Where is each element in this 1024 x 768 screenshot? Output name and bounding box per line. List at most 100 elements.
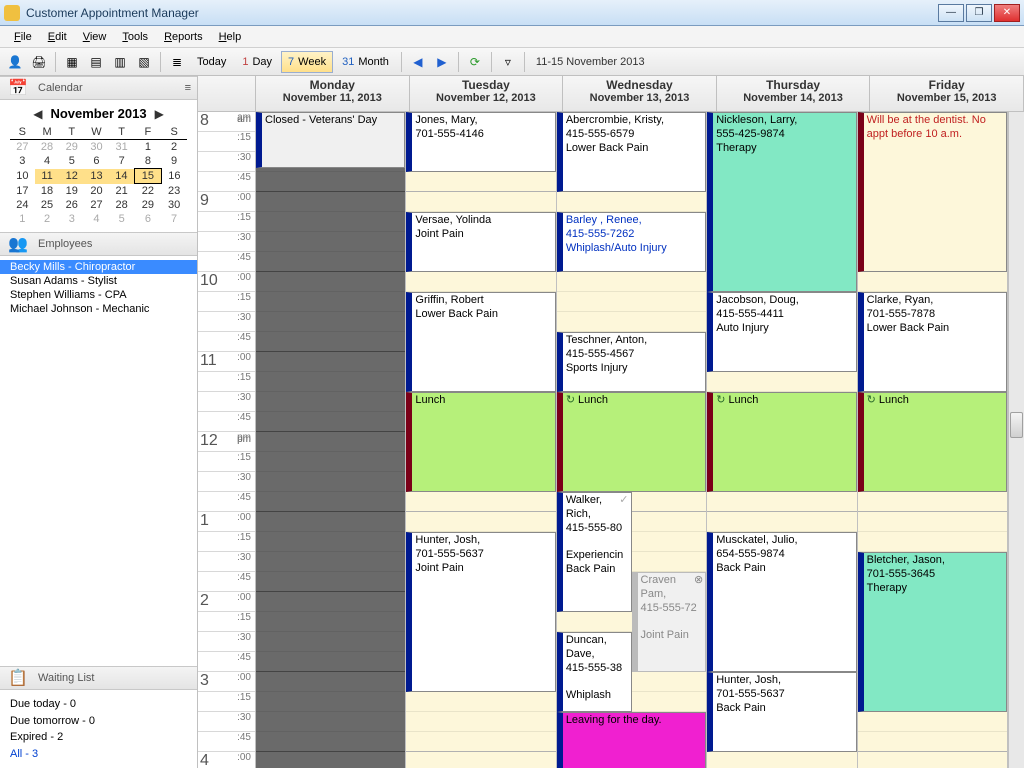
day-column-wed[interactable]: Abercrombie, Kristy,415-555-6579Lower Ba… <box>557 112 707 768</box>
mini-cal-day[interactable]: 6 <box>135 212 162 226</box>
mini-cal-day[interactable]: 10 <box>10 169 35 184</box>
appointment[interactable]: Versae, YolindaJoint Pain <box>406 212 555 272</box>
mini-cal-day[interactable]: 1 <box>10 212 35 226</box>
mini-cal-day[interactable]: 6 <box>84 154 109 169</box>
mini-cal-day[interactable]: 27 <box>84 198 109 212</box>
mini-cal-day[interactable]: 11 <box>35 169 60 184</box>
month-view-button[interactable]: 31Month <box>335 51 396 73</box>
menu-tools[interactable]: Tools <box>114 29 156 45</box>
mini-cal-day[interactable]: 24 <box>10 198 35 212</box>
tool-print-icon[interactable]: 🖨 <box>28 51 50 73</box>
appointment[interactable]: Bletcher, Jason,701-555-3645Therapy <box>858 552 1007 712</box>
waiting-panel-header[interactable]: 📋 Waiting List <box>0 666 197 690</box>
day-view-button[interactable]: 1Day <box>235 51 279 73</box>
mini-cal-day[interactable]: 4 <box>84 212 109 226</box>
menu-help[interactable]: Help <box>211 29 250 45</box>
employee-item[interactable]: Becky Mills - Chiropractor <box>0 260 197 274</box>
appointment[interactable]: CravenPam,415-555-72Joint Pain⊗ <box>632 572 707 672</box>
appointment[interactable]: Walker, Rich,415-555-80ExperiencinBack P… <box>557 492 632 612</box>
mini-cal-day[interactable]: 5 <box>59 154 84 169</box>
mini-cal-day[interactable]: 3 <box>10 154 35 169</box>
mini-cal-day[interactable]: 12 <box>59 169 84 184</box>
waiting-due-today[interactable]: Due today - 0 <box>10 696 187 713</box>
appointment[interactable]: Barley , Renee,415-555-7262Whiplash/Auto… <box>557 212 706 272</box>
mini-cal-day[interactable]: 15 <box>135 169 162 184</box>
tool-grid1-icon[interactable]: ▦ <box>61 51 83 73</box>
mini-cal-day[interactable]: 13 <box>84 169 109 184</box>
appointment[interactable]: Griffin, RobertLower Back Pain <box>406 292 555 392</box>
mini-cal-day[interactable]: 18 <box>35 184 60 199</box>
day-header[interactable]: WednesdayNovember 13, 2013 <box>563 76 717 111</box>
mini-cal-day[interactable]: 5 <box>109 212 135 226</box>
mini-cal-day[interactable]: 16 <box>161 169 187 184</box>
appointment[interactable]: Nickleson, Larry,555-425-9874Therapy <box>707 112 856 292</box>
mini-cal-day[interactable]: 17 <box>10 184 35 199</box>
mini-cal-day[interactable]: 9 <box>161 154 187 169</box>
mini-cal-day[interactable]: 7 <box>109 154 135 169</box>
week-view-button[interactable]: 7Week <box>281 51 333 73</box>
appointment[interactable]: ↻Lunch <box>858 392 1007 492</box>
appointment[interactable]: ↻Lunch <box>707 392 856 492</box>
today-button[interactable]: Today <box>190 51 233 73</box>
menu-edit[interactable]: Edit <box>40 29 75 45</box>
appointment[interactable]: Lunch <box>406 392 555 492</box>
appointment[interactable]: Leaving for the day. <box>557 712 706 768</box>
appointment[interactable]: Musckatel, Julio,654-555-9874Back Pain <box>707 532 856 672</box>
waiting-due-tomorrow[interactable]: Due tomorrow - 0 <box>10 713 187 730</box>
vertical-scrollbar[interactable] <box>1008 112 1024 768</box>
tool-grid4-icon[interactable]: ▧ <box>133 51 155 73</box>
mini-cal-day[interactable]: 14 <box>109 169 135 184</box>
appointment[interactable]: Will be at the dentist. No appt before 1… <box>858 112 1007 272</box>
mini-cal-day[interactable]: 27 <box>10 140 35 155</box>
day-header[interactable]: MondayNovember 11, 2013 <box>256 76 410 111</box>
calendar-panel-header[interactable]: 📅 Calendar ≡ <box>0 76 197 100</box>
day-column-thu[interactable]: Nickleson, Larry,555-425-9874TherapyJaco… <box>707 112 857 768</box>
next-button[interactable]: ▶ <box>431 51 453 73</box>
minimize-button[interactable]: — <box>938 4 964 22</box>
scrollbar-thumb[interactable] <box>1010 412 1023 438</box>
appointment[interactable]: ↻Lunch <box>557 392 706 492</box>
mini-cal-day[interactable]: 31 <box>109 140 135 155</box>
mini-cal-day[interactable]: 25 <box>35 198 60 212</box>
mini-cal-day[interactable]: 2 <box>35 212 60 226</box>
waiting-expired[interactable]: Expired - 2 <box>10 729 187 746</box>
maximize-button[interactable]: ❐ <box>966 4 992 22</box>
menu-file[interactable]: File <box>6 29 40 45</box>
panel-menu-icon[interactable]: ≡ <box>185 82 191 94</box>
day-column-fri[interactable]: Will be at the dentist. No appt before 1… <box>858 112 1008 768</box>
mini-cal-day[interactable]: 30 <box>161 198 187 212</box>
day-header[interactable]: TuesdayNovember 12, 2013 <box>410 76 564 111</box>
mini-cal-day[interactable]: 23 <box>161 184 187 199</box>
appointment[interactable]: Duncan, Dave,415-555-38Whiplash <box>557 632 632 712</box>
tool-grid2-icon[interactable]: ▤ <box>85 51 107 73</box>
mini-cal-day[interactable]: 30 <box>84 140 109 155</box>
waiting-all[interactable]: All - 3 <box>10 746 187 763</box>
appointment[interactable]: Closed - Veterans' Day <box>256 112 405 168</box>
mini-cal-day[interactable]: 28 <box>35 140 60 155</box>
appointment[interactable]: Hunter, Josh,701-555-5637Joint Pain <box>406 532 555 692</box>
employees-panel-header[interactable]: 👥 Employees <box>0 232 197 256</box>
mini-cal-day[interactable]: 22 <box>135 184 162 199</box>
appointment[interactable]: Clarke, Ryan,701-555-7878Lower Back Pain <box>858 292 1007 392</box>
mini-cal-day[interactable]: 7 <box>161 212 187 226</box>
refresh-button[interactable]: ⟳ <box>464 51 486 73</box>
mini-cal-day[interactable]: 29 <box>135 198 162 212</box>
filter-icon[interactable]: ▿ <box>497 51 519 73</box>
mini-cal-day[interactable]: 28 <box>109 198 135 212</box>
appointment[interactable]: Hunter, Josh,701-555-5637Back Pain <box>707 672 856 752</box>
appointment[interactable]: Abercrombie, Kristy,415-555-6579Lower Ba… <box>557 112 706 192</box>
mini-cal-day[interactable]: 21 <box>109 184 135 199</box>
day-column-tue[interactable]: Jones, Mary,701-555-4146Versae, YolindaJ… <box>406 112 556 768</box>
mini-cal-day[interactable]: 8 <box>135 154 162 169</box>
mini-cal-day[interactable]: 29 <box>59 140 84 155</box>
menu-view[interactable]: View <box>75 29 115 45</box>
day-header[interactable]: ThursdayNovember 14, 2013 <box>717 76 871 111</box>
schedule-grid[interactable]: 8amam:15:30:459:00:15:30:4510:00:15:30:4… <box>198 112 1008 768</box>
mini-cal-day[interactable]: 26 <box>59 198 84 212</box>
menu-reports[interactable]: Reports <box>156 29 211 45</box>
mini-cal-day[interactable]: 1 <box>135 140 162 155</box>
tool-user-icon[interactable]: 👤 <box>4 51 26 73</box>
employee-item[interactable]: Stephen Williams - CPA <box>0 288 197 302</box>
mini-cal-day[interactable]: 2 <box>161 140 187 155</box>
appointment[interactable]: Jacobson, Doug,415-555-4411Auto Injury <box>707 292 856 372</box>
